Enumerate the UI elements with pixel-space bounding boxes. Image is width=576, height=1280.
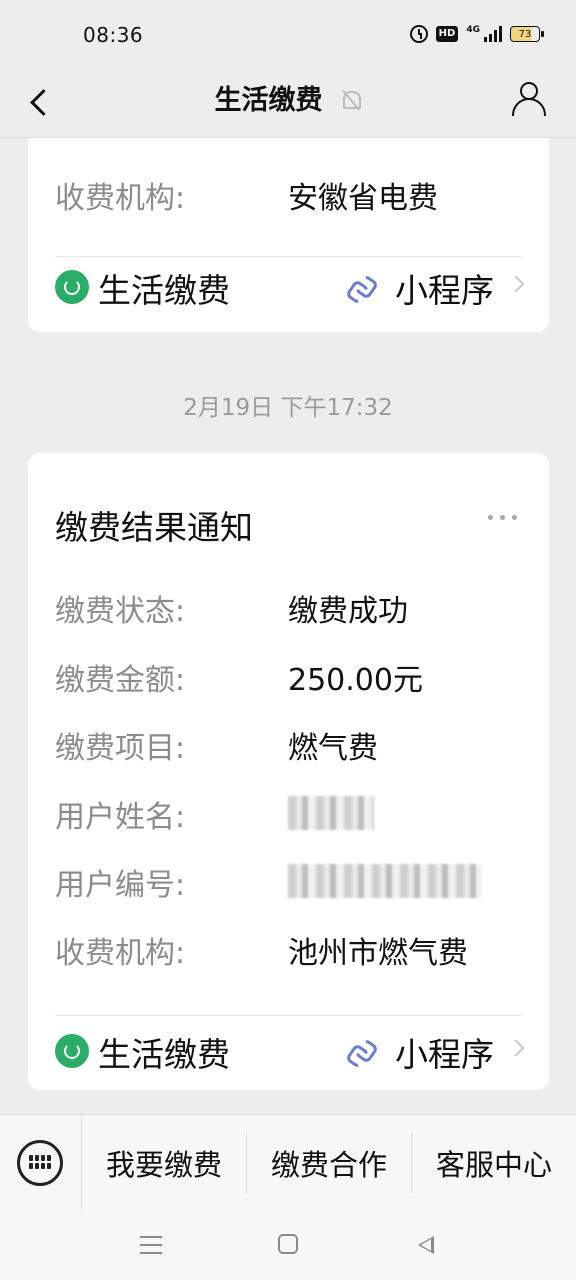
- menu-item-partnership[interactable]: 缴费合作: [247, 1132, 412, 1193]
- mute-bell-icon: [340, 89, 362, 111]
- redacted-username: [288, 796, 374, 830]
- card-title: 缴费结果通知: [55, 508, 253, 547]
- field-label: 缴费状态:: [55, 594, 186, 629]
- message-card-payment-result[interactable]: 缴费结果通知 缴费状态: 缴费成功 缴费金额: 250.00元 缴费项目: 燃气…: [28, 453, 549, 1090]
- signal-icon: [484, 26, 502, 42]
- footer-app-name: 生活缴费: [98, 1035, 230, 1074]
- system-navigation-bar: [0, 1210, 576, 1280]
- field-label: 用户编号:: [55, 868, 186, 903]
- page-title: 生活缴费: [214, 85, 323, 116]
- battery-icon: 73: [510, 26, 544, 42]
- nav-title-wrap: 生活缴费: [0, 78, 576, 117]
- mini-program-link-icon: [346, 1038, 372, 1064]
- redacted-user-id: [288, 864, 482, 898]
- alarm-icon: [409, 25, 428, 43]
- card-footer[interactable]: 生活缴费 小程序: [55, 258, 525, 318]
- field-value: 燃气费: [288, 731, 378, 766]
- recent-apps-icon[interactable]: [140, 1236, 162, 1254]
- battery-level: 73: [518, 28, 532, 40]
- field-row-amount: 缴费金额: 250.00元: [55, 655, 522, 705]
- menu-item-pay[interactable]: 我要缴费: [82, 1132, 247, 1193]
- field-row-institution: 收费机构: 池州市燃气费: [55, 928, 522, 978]
- field-row-status: 缴费状态: 缴费成功: [55, 586, 522, 636]
- bottom-menu: 我要缴费 缴费合作 客服中心: [0, 1114, 576, 1211]
- field-label: 缴费项目:: [55, 731, 186, 766]
- field-value: 池州市燃气费: [288, 936, 468, 971]
- mini-program-label: 小程序: [395, 1035, 494, 1074]
- nav-bar: 生活缴费: [0, 70, 576, 138]
- field-label: 缴费金额:: [55, 663, 186, 698]
- mini-program-link-icon: [346, 274, 372, 300]
- message-card-previous[interactable]: 收费机构: 安徽省电费 生活缴费 小程序: [28, 138, 549, 332]
- system-back-icon[interactable]: [418, 1236, 434, 1254]
- message-timestamp: 2月19日 下午17:32: [183, 395, 393, 421]
- life-payment-app-icon: [55, 270, 89, 304]
- network-type: 4G: [466, 25, 480, 35]
- footer-app-name: 生活缴费: [98, 271, 230, 310]
- card-divider: [55, 1015, 522, 1016]
- field-value: 缴费成功: [288, 594, 408, 629]
- card-footer[interactable]: 生活缴费 小程序: [55, 1022, 525, 1082]
- mini-program-label: 小程序: [395, 271, 494, 310]
- more-dots-icon[interactable]: [488, 515, 517, 520]
- life-payment-app-icon: [55, 1034, 89, 1068]
- card-divider: [55, 256, 522, 257]
- field-label: 收费机构:: [55, 936, 186, 971]
- chat-area[interactable]: 收费机构: 安徽省电费 生活缴费 小程序 2月19日 下午17:32 缴费结果通…: [0, 138, 576, 1114]
- field-label: 收费机构:: [55, 181, 186, 216]
- field-value: 250.00元: [288, 663, 423, 698]
- field-row-item: 缴费项目: 燃气费: [55, 723, 522, 773]
- status-time: 08:36: [83, 23, 144, 47]
- hd-icon: HD: [435, 26, 459, 42]
- app-root: 08:36 HD 4G 73 生活缴费 收费机构: 安徽省电费 生活缴费 小程序…: [0, 0, 576, 1280]
- keyboard-toggle-button[interactable]: [0, 1114, 82, 1211]
- status-bar: 08:36 HD 4G 73: [0, 0, 576, 70]
- field-row-user-id: 用户编号:: [55, 860, 522, 910]
- field-row-institution: 收费机构: 安徽省电费: [55, 173, 522, 223]
- status-icons: HD 4G 73: [409, 25, 544, 43]
- field-value: 安徽省电费: [288, 181, 438, 216]
- chevron-right-icon: [507, 1039, 525, 1057]
- field-label: 用户姓名:: [55, 800, 186, 835]
- home-icon[interactable]: [278, 1234, 298, 1254]
- field-row-username: 用户姓名:: [55, 792, 522, 842]
- chevron-right-icon: [507, 275, 525, 293]
- menu-item-customer-service[interactable]: 客服中心: [412, 1133, 576, 1193]
- profile-icon[interactable]: [510, 80, 548, 120]
- keyboard-icon: [17, 1139, 63, 1186]
